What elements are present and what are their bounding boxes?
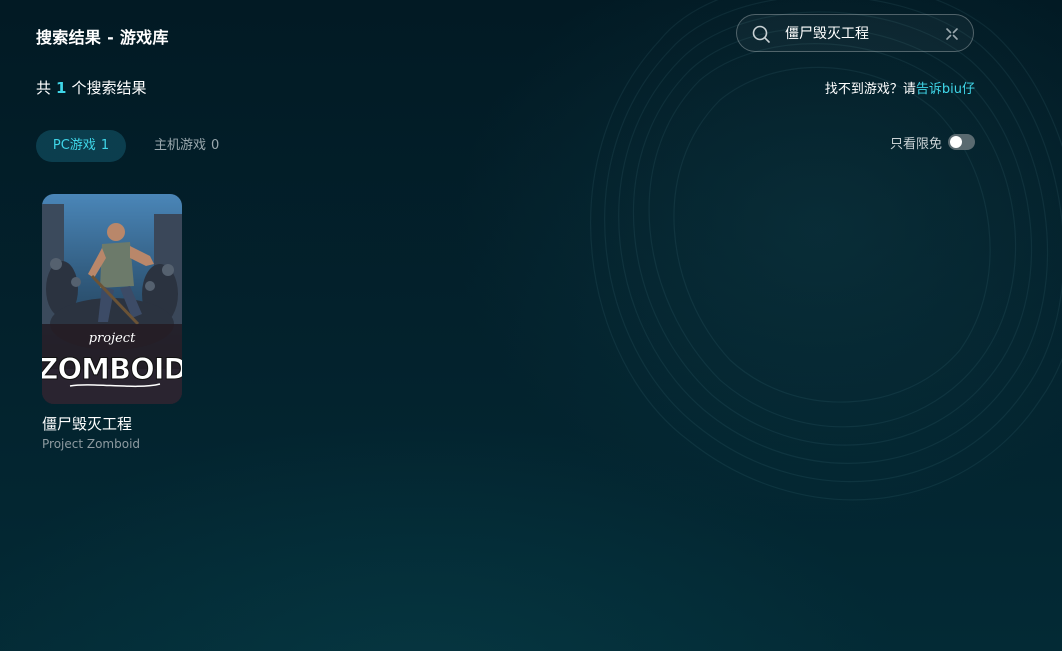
game-cover[interactable]: project ZOMBOID (42, 194, 182, 404)
close-icon[interactable] (945, 27, 959, 41)
result-number: 1 (56, 79, 67, 97)
free-only-label: 只看限免 (889, 136, 942, 152)
tab-pc-games[interactable]: PC游戏 1 (36, 130, 126, 162)
result-count: 共 1 个搜索结果 (36, 77, 146, 98)
search-icon (752, 25, 770, 43)
help-prefix: 找不到游戏？请 (824, 82, 916, 97)
game-card[interactable]: project ZOMBOID 僵尸毁灭工程 Project Zomboid (42, 194, 182, 451)
result-suffix: 个搜索结果 (71, 79, 147, 97)
tab-label: PC游戏 (52, 138, 96, 153)
game-english-name: Project Zomboid (42, 437, 141, 451)
tab-label: 主机游戏 (154, 138, 207, 153)
tab-count: 0 (211, 138, 220, 153)
toggle-knob (950, 136, 962, 148)
game-name[interactable]: 僵尸毁灭工程 (42, 413, 182, 434)
free-only-toggle[interactable] (948, 134, 975, 150)
tab-count: 1 (100, 138, 110, 153)
game-cover-art: project ZOMBOID (42, 194, 182, 404)
cover-logo-main: ZOMBOID (42, 352, 182, 386)
report-link[interactable]: 告诉biu仔 (916, 82, 975, 97)
help-text: 找不到游戏？请告诉biu仔 (825, 78, 975, 97)
cover-logo-top: project (89, 331, 136, 346)
page-title: 搜索结果 - 游戏库 (36, 28, 169, 47)
tab-console-games[interactable]: 主机游戏 0 (154, 130, 219, 162)
free-only-filter: 只看限免 (889, 133, 975, 152)
search-box[interactable] (736, 14, 974, 52)
search-input[interactable] (785, 21, 935, 45)
result-prefix: 共 (36, 79, 52, 97)
